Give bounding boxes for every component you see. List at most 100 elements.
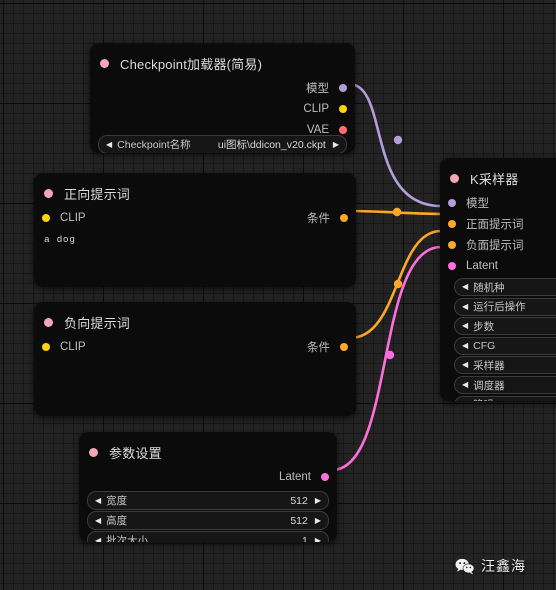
output-slot-label: CLIP: [303, 102, 329, 115]
link-negative[interactable]: [348, 229, 443, 340]
node-body-empty-latent: Latent ◀ 宽度 512 ▶ ◀ 高度 512 ▶ ◀ 批次大小 1 ▶: [79, 466, 337, 542]
input-slot-正面提示词[interactable]: 正面提示词: [440, 213, 524, 234]
slot-row: 模型: [90, 77, 355, 98]
slot-dot-icon[interactable]: [340, 342, 348, 351]
input-slot-CLIP[interactable]: CLIP: [34, 207, 86, 228]
input-slot-label: CLIP: [60, 211, 86, 224]
chevron-left-icon[interactable]: ◀: [462, 381, 468, 389]
input-slot-label: 正面提示词: [466, 218, 524, 231]
link-model-midpoint-dot[interactable]: [393, 135, 403, 145]
widget-采样器[interactable]: ◀ 采样器: [454, 356, 556, 375]
node-positive-prompt[interactable]: 正向提示词 CLIP 条件 a dog: [34, 173, 356, 287]
slot-dot-icon[interactable]: [448, 219, 456, 228]
link-positive-midpoint-dot[interactable]: [392, 207, 402, 217]
slot-row: 模型: [440, 192, 556, 213]
input-slot-label: CLIP: [60, 340, 86, 353]
chevron-left-icon[interactable]: ◀: [95, 496, 101, 505]
output-slot-Latent[interactable]: Latent: [279, 466, 337, 487]
input-slot-Latent[interactable]: Latent: [440, 255, 498, 276]
node-collapse-dot[interactable]: [100, 58, 109, 68]
chevron-left-icon[interactable]: ◀: [95, 516, 101, 525]
slot-row: CLIP 条件: [34, 207, 356, 228]
widget-name: 高度: [106, 515, 128, 527]
node-title-negative-prompt[interactable]: 负向提示词: [34, 308, 356, 336]
slot-dot-icon[interactable]: [448, 261, 456, 270]
chevron-left-icon[interactable]: ◀: [462, 322, 468, 330]
link-positive[interactable]: [348, 209, 443, 216]
output-slot-label: Latent: [279, 470, 311, 483]
chevron-left-icon[interactable]: ◀: [462, 302, 468, 311]
node-title-positive-prompt[interactable]: 正向提示词: [34, 179, 356, 207]
widget-name: CFG: [473, 339, 496, 352]
node-checkpoint-loader[interactable]: Checkpoint加载器(简易) 模型 CLIP VAE ◀ Checkpoint名称 u…: [90, 43, 355, 153]
node-collapse-dot[interactable]: [44, 317, 53, 327]
widget-高度[interactable]: ◀ 高度 512 ▶: [87, 511, 329, 530]
node-title-text: 参数设置: [109, 445, 162, 461]
watermark-label: 汪鑫海: [481, 558, 526, 574]
chevron-right-icon[interactable]: ▶: [315, 516, 321, 525]
slot-dot-icon[interactable]: [339, 125, 347, 134]
node-graph-canvas[interactable]: Checkpoint加载器(简易) 模型 CLIP VAE ◀ Checkpoint名称 u…: [0, 0, 556, 590]
widget-name: 采样器: [473, 359, 505, 372]
input-slot-模型[interactable]: 模型: [440, 192, 489, 213]
output-slot-CLIP[interactable]: CLIP: [303, 98, 355, 119]
input-slot-负面提示词[interactable]: 负面提示词: [440, 234, 524, 255]
link-model[interactable]: [347, 82, 443, 208]
slot-dot-icon[interactable]: [339, 83, 347, 92]
slot-dot-icon[interactable]: [42, 342, 50, 351]
widget-CFG[interactable]: ◀ CFG: [454, 336, 556, 355]
node-title-ksampler[interactable]: K采样器: [440, 164, 556, 192]
chevron-left-icon[interactable]: ◀: [462, 283, 468, 291]
node-title-checkpoint-loader[interactable]: Checkpoint加载器(简易): [90, 49, 355, 77]
chevron-left-icon[interactable]: ◀: [95, 536, 101, 542]
output-slot-模型[interactable]: 模型: [306, 77, 355, 98]
chevron-left-icon[interactable]: ◀: [462, 361, 468, 369]
node-collapse-dot[interactable]: [450, 173, 459, 183]
chevron-right-icon[interactable]: ▶: [315, 536, 321, 542]
output-slot-label: 条件: [307, 341, 330, 354]
widget-运行后操作[interactable]: ◀ 运行后操作: [454, 297, 556, 316]
chevron-right-icon[interactable]: ▶: [333, 140, 339, 149]
widget-宽度[interactable]: ◀ 宽度 512 ▶: [87, 491, 329, 510]
node-collapse-dot[interactable]: [44, 188, 53, 198]
node-title-empty-latent[interactable]: 参数设置: [79, 438, 337, 466]
slot-dot-icon[interactable]: [42, 213, 50, 222]
slot-dot-icon[interactable]: [448, 198, 456, 207]
widget-调度器[interactable]: ◀ 调度器: [454, 376, 556, 394]
widget-随机种[interactable]: ◀ 随机种: [454, 278, 556, 296]
widget-批次大小[interactable]: ◀ 批次大小 1 ▶: [87, 531, 329, 542]
slot-dot-icon[interactable]: [321, 472, 329, 481]
node-title-text: 正向提示词: [64, 186, 131, 202]
prompt-textarea[interactable]: a dog: [44, 234, 346, 245]
watermark: 汪鑫海: [455, 556, 526, 576]
widget-name: 运行后操作: [473, 301, 526, 314]
widget-Checkpoint名称[interactable]: ◀ Checkpoint名称 ui图标\ddicon_v20.ckpt ▶: [98, 135, 347, 153]
node-body-positive-prompt: CLIP 条件 a dog: [34, 207, 356, 245]
slot-row: 负面提示词: [440, 234, 556, 255]
output-slot-条件[interactable]: 条件: [307, 336, 356, 357]
node-negative-prompt[interactable]: 负向提示词 CLIP 条件: [34, 302, 356, 416]
slot-dot-icon[interactable]: [339, 104, 347, 113]
widget-value: ui图标\ddicon_v20.ckpt: [217, 139, 326, 151]
widget-name: 批次大小: [106, 535, 149, 542]
node-title-text: 负向提示词: [64, 315, 131, 331]
link-latent-midpoint-dot[interactable]: [385, 350, 395, 360]
chevron-left-icon[interactable]: ◀: [462, 341, 468, 350]
node-body-ksampler: 模型 正面提示词 负面提示词 Latent ◀ 随机种 ◀ 运行后操作 ◀ 步数 ◀ CFG ◀ 采样器 ◀…: [440, 192, 556, 401]
node-ksampler[interactable]: K采样器 模型 正面提示词 负面提示词 Latent ◀ 随机种 ◀ 运行后操作 ◀ 步数 ◀ CFG ◀…: [440, 158, 556, 401]
widget-name: Checkpoint名称: [117, 139, 191, 151]
slot-dot-icon[interactable]: [340, 213, 348, 222]
chevron-left-icon[interactable]: ◀: [106, 140, 112, 149]
wechat-icon: [455, 558, 475, 574]
widget-降噪[interactable]: ◀降噪: [454, 395, 556, 401]
node-body-negative-prompt: CLIP 条件: [34, 336, 356, 357]
slot-row: CLIP 条件: [34, 336, 356, 357]
input-slot-CLIP[interactable]: CLIP: [34, 336, 86, 357]
output-slot-条件[interactable]: 条件: [307, 207, 356, 228]
widget-步数[interactable]: ◀ 步数: [454, 317, 556, 336]
node-empty-latent[interactable]: 参数设置 Latent ◀ 宽度 512 ▶ ◀ 高度 512 ▶ ◀ 批次大小 1 ▶: [79, 432, 337, 542]
link-negative-midpoint-dot[interactable]: [393, 279, 403, 289]
slot-dot-icon[interactable]: [448, 240, 456, 249]
node-collapse-dot[interactable]: [89, 447, 98, 457]
chevron-right-icon[interactable]: ▶: [315, 496, 321, 505]
